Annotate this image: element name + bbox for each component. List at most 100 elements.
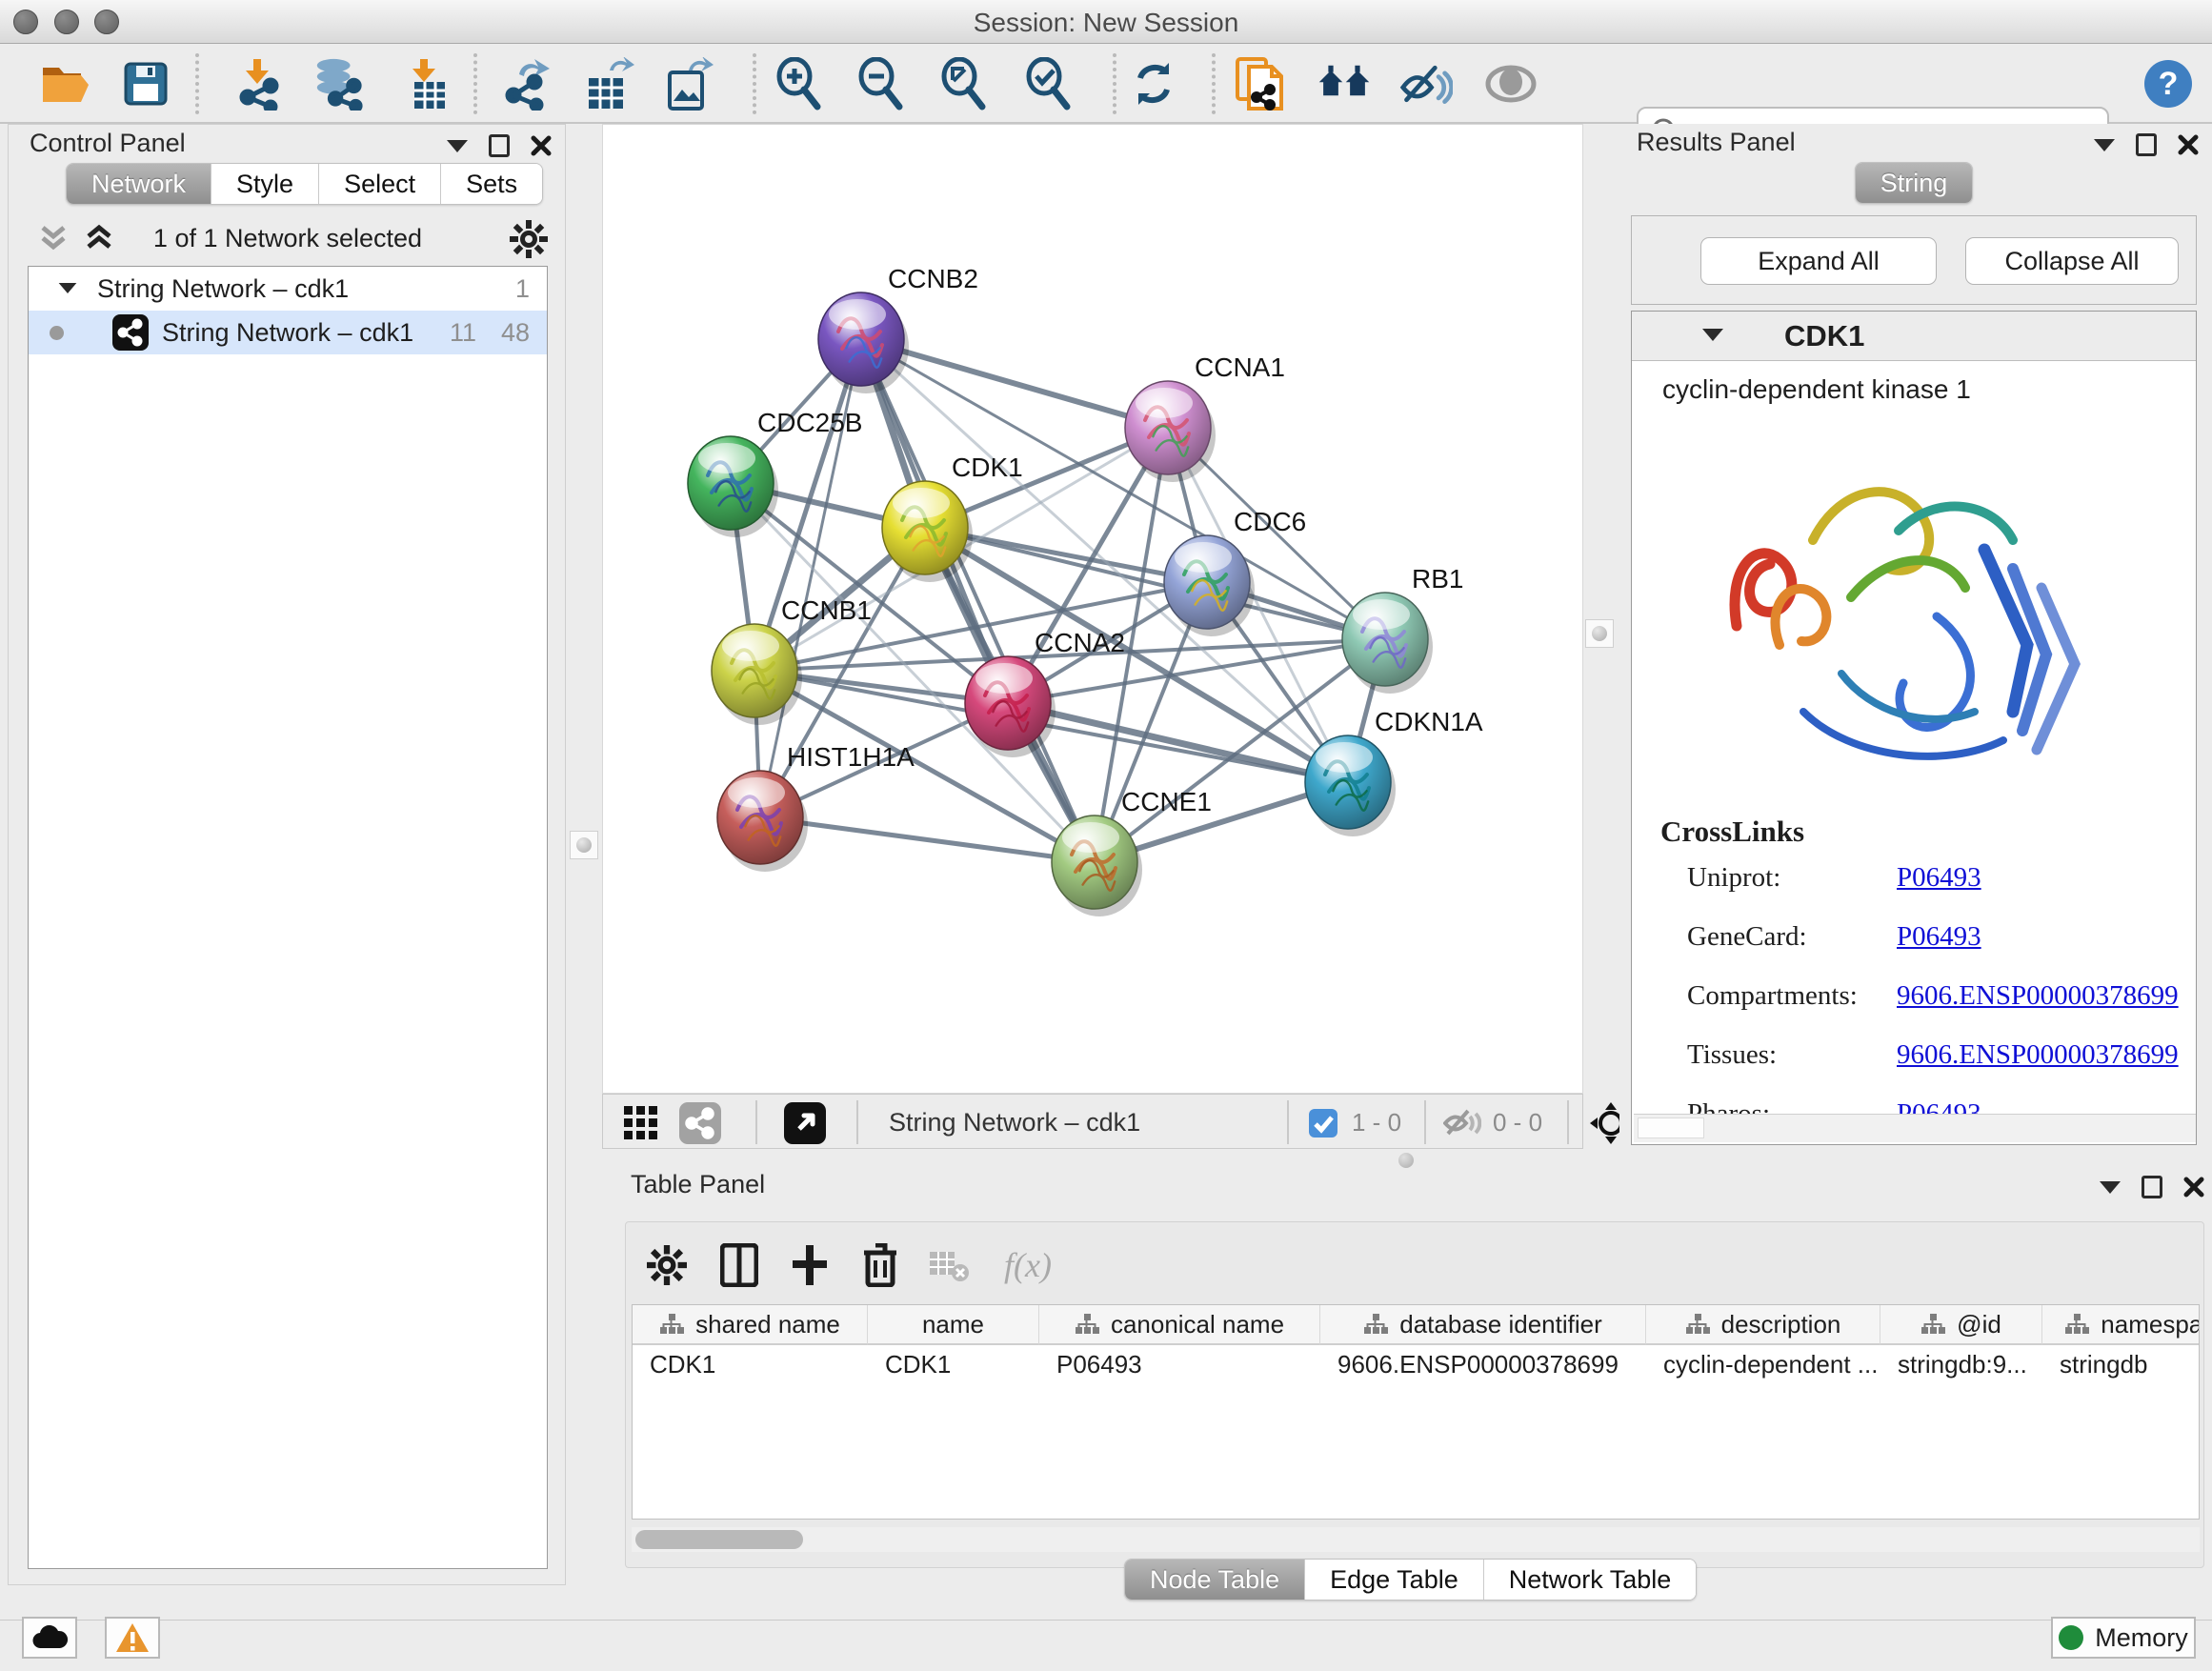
close-panel-icon[interactable]	[2178, 134, 2199, 155]
tab-network-table[interactable]: Network Table	[1484, 1560, 1697, 1600]
edge-CCNA2-CDKN1A[interactable]	[1008, 703, 1348, 782]
close-panel-icon[interactable]	[531, 135, 552, 156]
selected-checkbox-icon[interactable]	[1308, 1108, 1338, 1138]
float-panel-icon[interactable]	[2142, 1176, 2162, 1198]
edge-CCNE1-HIST1H1A[interactable]	[760, 817, 1095, 862]
gene-description: cyclin-dependent kinase 1	[1662, 374, 1971, 405]
node-label-CDC25B: CDC25B	[757, 408, 862, 437]
network-row[interactable]: String Network – cdk1 11 48	[29, 311, 547, 354]
panel-menu-icon[interactable]	[447, 140, 468, 152]
crosslink-link[interactable]: 9606.ENSP00000378699	[1897, 980, 2179, 1012]
crosslink-link[interactable]: P06493	[1897, 921, 1981, 953]
first-neighbors-icon[interactable]	[1317, 57, 1371, 111]
grid-view-icon[interactable]	[624, 1106, 658, 1140]
column-header-@id[interactable]: @id	[1880, 1305, 2042, 1345]
panel-menu-icon[interactable]	[2094, 139, 2115, 151]
zoom-selected-icon[interactable]	[1023, 57, 1076, 111]
table-row[interactable]: CDK1CDK1P064939606.ENSP00000378699cyclin…	[633, 1345, 2200, 1383]
zoom-out-icon[interactable]	[855, 57, 909, 111]
delete-column-icon[interactable]	[855, 1239, 906, 1291]
show-all-icon[interactable]	[1484, 57, 1538, 111]
table-gear-icon[interactable]	[641, 1239, 693, 1291]
network-canvas[interactable]: CCNB2CCNA1CDC25BCDK1CDC6RB1CCNB1CCNA2CDK…	[602, 124, 1583, 1094]
node-RB1[interactable]: RB1	[1342, 564, 1463, 694]
node-label-CCNA1: CCNA1	[1195, 352, 1285, 382]
collapse-section-icon[interactable]	[1702, 329, 1723, 341]
table-horizontal-scrollbar[interactable]	[632, 1527, 2200, 1552]
zoom-in-icon[interactable]	[774, 57, 827, 111]
help-icon[interactable]: ?	[2142, 57, 2195, 111]
node-CCNA2[interactable]: CCNA2	[965, 628, 1125, 757]
close-panel-icon[interactable]	[2183, 1177, 2204, 1198]
export-network-icon[interactable]	[502, 57, 555, 111]
hidden-counts: 0 - 0	[1493, 1108, 1542, 1137]
export-image-icon[interactable]	[662, 57, 715, 111]
expand-all-button[interactable]: Expand All	[1700, 237, 1937, 285]
refresh-icon[interactable]	[1127, 57, 1180, 111]
node-CCNB2[interactable]: CCNB2	[818, 264, 978, 393]
splitter-handle[interactable]	[1398, 1153, 1414, 1168]
zoom-fit-icon[interactable]	[938, 57, 992, 111]
table-cell[interactable]: stringdb:9...	[1880, 1345, 2042, 1383]
gear-icon[interactable]	[510, 220, 548, 258]
column-header-shared-name[interactable]: shared name	[633, 1305, 868, 1345]
crosslink-link[interactable]: 9606.ENSP00000378699	[1897, 1039, 2179, 1071]
export-table-icon[interactable]	[581, 57, 634, 111]
table-panel: Table Panel f(x) shared namenamecanonica…	[619, 1170, 2208, 1618]
tab-edge-table[interactable]: Edge Table	[1305, 1560, 1484, 1600]
float-panel-icon[interactable]	[2136, 133, 2157, 156]
panel-menu-icon[interactable]	[2100, 1181, 2121, 1194]
import-network-file-icon[interactable]	[231, 57, 284, 111]
node-CCNE1[interactable]: CCNE1	[1052, 787, 1212, 916]
column-header-name[interactable]: name	[868, 1305, 1039, 1345]
node-table[interactable]: shared namenamecanonical namedatabase id…	[632, 1304, 2200, 1520]
open-in-new-window-icon[interactable]	[784, 1102, 826, 1144]
table-cell[interactable]: cyclin-dependent ...	[1646, 1345, 1880, 1383]
memory-button[interactable]: Memory	[2051, 1617, 2196, 1659]
node-CCNA1[interactable]: CCNA1	[1125, 352, 1285, 482]
copy-network-icon[interactable]	[1233, 57, 1286, 111]
gene-section-header[interactable]: CDK1	[1632, 312, 2196, 361]
node-label-CDC6: CDC6	[1234, 507, 1306, 536]
column-header-description[interactable]: description	[1646, 1305, 1880, 1345]
cloud-button[interactable]	[22, 1617, 77, 1659]
column-header-database-identifier[interactable]: database identifier	[1320, 1305, 1646, 1345]
splitter-handle[interactable]	[570, 831, 598, 859]
table-cell[interactable]: 9606.ENSP00000378699	[1320, 1345, 1646, 1383]
tab-select[interactable]: Select	[319, 164, 441, 204]
node-CDKN1A[interactable]: CDKN1A	[1305, 707, 1483, 836]
toolbar-separator	[1212, 53, 1216, 114]
tab-node-table[interactable]: Node Table	[1125, 1560, 1305, 1600]
import-network-database-icon[interactable]	[312, 57, 365, 111]
import-table-file-icon[interactable]	[399, 57, 452, 111]
collapse-tree-icon[interactable]	[59, 283, 77, 293]
collapse-all-button[interactable]: Collapse All	[1965, 237, 2179, 285]
hide-selected-icon[interactable]	[1399, 57, 1453, 111]
edge-CCNB2-CCNE1[interactable]	[861, 339, 1095, 862]
table-cell[interactable]: P06493	[1039, 1345, 1320, 1383]
node-label-RB1: RB1	[1412, 564, 1463, 594]
float-panel-icon[interactable]	[489, 134, 510, 157]
warnings-button[interactable]	[105, 1617, 160, 1659]
table-cell[interactable]: CDK1	[868, 1345, 1039, 1383]
open-session-icon[interactable]	[38, 57, 91, 111]
tab-style[interactable]: Style	[211, 164, 319, 204]
tab-sets[interactable]: Sets	[441, 164, 542, 204]
network-collection-row[interactable]: String Network – cdk1 1	[29, 267, 547, 311]
tab-network[interactable]: Network	[67, 164, 211, 204]
table-cell[interactable]: CDK1	[633, 1345, 868, 1383]
results-actions-box: Expand All Collapse All	[1631, 215, 2197, 305]
tab-string[interactable]: String	[1856, 163, 1973, 203]
save-session-icon[interactable]	[119, 57, 172, 111]
create-column-icon[interactable]	[784, 1239, 835, 1291]
table-cell[interactable]: stringdb	[2042, 1345, 2200, 1383]
network-share-icon[interactable]	[679, 1102, 721, 1144]
column-header-canonical-name[interactable]: canonical name	[1039, 1305, 1320, 1345]
splitter-handle[interactable]	[1585, 619, 1614, 648]
crosslink-link[interactable]: P06493	[1897, 862, 1981, 894]
hidden-eye-icon[interactable]	[1443, 1108, 1481, 1138]
results-scrollbar[interactable]	[1634, 1114, 2196, 1142]
show-columns-icon[interactable]	[714, 1239, 765, 1291]
column-header-namespace[interactable]: namespace	[2042, 1305, 2200, 1345]
node-HIST1H1A[interactable]: HIST1H1A	[717, 742, 915, 872]
